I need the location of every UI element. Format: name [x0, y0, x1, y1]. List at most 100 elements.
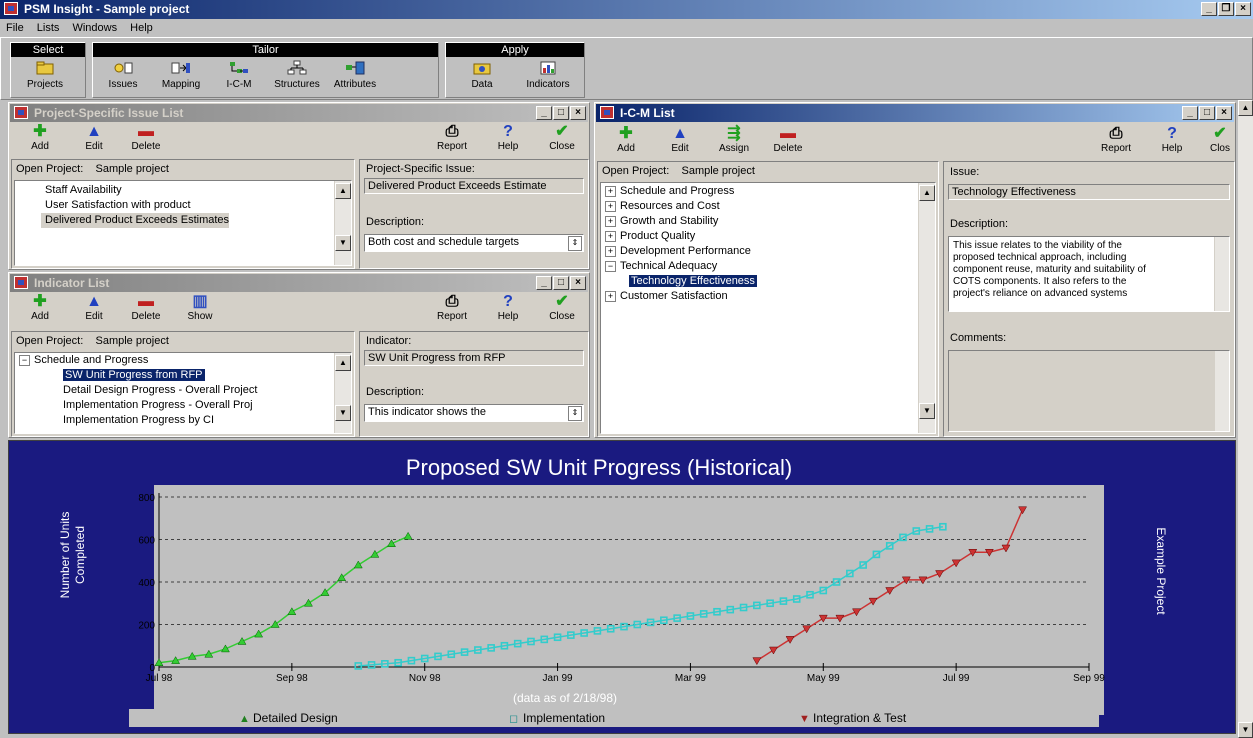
restore-button[interactable]: ❐	[1218, 2, 1234, 16]
assign-button[interactable]: ⇶ Assign	[715, 126, 753, 155]
data-button[interactable]: Data	[456, 60, 508, 90]
mapping-button[interactable]: Mapping	[155, 60, 207, 90]
comments-textarea[interactable]	[948, 350, 1230, 432]
minimize-button[interactable]: _	[536, 106, 552, 120]
icm-tree[interactable]: + Schedule and Progress + Resources and Cos…	[600, 182, 936, 434]
delete-button[interactable]: ▬ Delete	[127, 294, 165, 323]
tree-leaf[interactable]: Implementation Progress - Overall Proj	[15, 398, 351, 413]
icm-button[interactable]: I-C-M	[213, 60, 265, 90]
scroll-up-icon[interactable]: ▲	[335, 355, 351, 371]
issue-listbox[interactable]: Staff Availability User Satisfaction wit…	[14, 180, 352, 266]
expand-icon[interactable]: +	[605, 230, 616, 242]
expand-icon[interactable]: +	[605, 245, 616, 257]
maximize-button[interactable]: □	[553, 276, 569, 290]
tree-node[interactable]: − Technical Adequacy	[601, 259, 935, 274]
structures-button[interactable]: Structures	[271, 60, 323, 90]
menu-file[interactable]: File	[6, 20, 24, 36]
report-button[interactable]: ⎙ Report	[433, 294, 471, 323]
open-project-row: Open Project: Sample project	[598, 162, 938, 180]
tree-node[interactable]: + Customer Satisfaction	[601, 289, 935, 304]
spin-icon[interactable]: ⇕	[568, 406, 582, 421]
add-button[interactable]: ✚ Add	[21, 124, 59, 153]
expand-icon[interactable]: +	[605, 215, 616, 227]
collapse-icon[interactable]: −	[19, 354, 30, 366]
tree-leaf-selected[interactable]: Technology Effectiveness	[601, 274, 935, 289]
spin-icon[interactable]: ⇕	[568, 236, 582, 251]
tree-node[interactable]: + Product Quality	[601, 229, 935, 244]
issue-value-field[interactable]: Delivered Product Exceeds Estimate	[364, 178, 584, 194]
show-button[interactable]: ▥ Show	[181, 294, 219, 323]
tree-node[interactable]: + Growth and Stability	[601, 214, 935, 229]
report-button[interactable]: ⎙ Report	[433, 124, 471, 153]
vertical-scrollbar[interactable]: ▲ ▼	[334, 353, 351, 433]
close-window-button[interactable]: ✔ Close	[543, 294, 581, 323]
list-item[interactable]: User Satisfaction with product	[41, 198, 351, 213]
menu-lists[interactable]: Lists	[37, 20, 60, 36]
tree-leaf[interactable]: Detail Design Progress - Overall Project	[15, 383, 351, 398]
list-item[interactable]: Staff Availability	[41, 183, 351, 198]
tree-node[interactable]: − Schedule and Progress	[15, 353, 351, 368]
issues-button[interactable]: Issues	[97, 60, 149, 90]
issue-value-field[interactable]: Technology Effectiveness	[948, 184, 1230, 200]
projects-button[interactable]: Projects	[19, 60, 71, 90]
close-button[interactable]: ×	[1216, 106, 1232, 120]
tree-node[interactable]: + Schedule and Progress	[601, 184, 935, 199]
maximize-button[interactable]: □	[553, 106, 569, 120]
indicator-tree[interactable]: − Schedule and Progress SW Unit Progress …	[14, 352, 352, 434]
menu-help[interactable]: Help	[130, 20, 153, 36]
close-window-button[interactable]: ✔ Clos	[1205, 127, 1235, 154]
vertical-scrollbar[interactable]	[1214, 237, 1229, 311]
close-button[interactable]: ×	[570, 276, 586, 290]
help-button[interactable]: ? Help	[1153, 126, 1191, 155]
vertical-scrollbar[interactable]: ▲ ▼	[918, 183, 935, 433]
tree-node[interactable]: + Development Performance	[601, 244, 935, 259]
description-field[interactable]: This indicator shows the ⇕	[364, 404, 584, 422]
tree-node[interactable]: + Resources and Cost	[601, 199, 935, 214]
help-button[interactable]: ? Help	[489, 124, 527, 153]
attributes-button[interactable]: Attributes	[329, 60, 381, 90]
minimize-button[interactable]: _	[536, 276, 552, 290]
scroll-down-icon[interactable]: ▼	[335, 235, 351, 251]
indicator-value-field[interactable]: SW Unit Progress from RFP	[364, 350, 584, 366]
main-vertical-scrollbar[interactable]: ▲ ▼	[1238, 100, 1253, 738]
expand-icon[interactable]: +	[605, 290, 616, 302]
list-item-selected[interactable]: Delivered Product Exceeds Estimates	[41, 213, 230, 228]
collapse-icon[interactable]: −	[605, 260, 616, 272]
minimize-button[interactable]: _	[1201, 2, 1217, 16]
scroll-down-icon[interactable]: ▼	[1238, 722, 1253, 738]
tree-leaf[interactable]: Implementation Progress by CI	[15, 413, 351, 428]
tree-leaf[interactable]: SW Unit Progress from RFP	[15, 368, 351, 383]
issues-label: Issues	[108, 79, 138, 90]
close-button[interactable]: ×	[1235, 2, 1251, 16]
help-icon: ?	[503, 293, 513, 310]
expand-icon[interactable]: +	[605, 185, 616, 197]
menu-windows[interactable]: Windows	[72, 20, 117, 36]
expand-icon[interactable]: +	[605, 200, 616, 212]
close-button[interactable]: ×	[570, 106, 586, 120]
help-button[interactable]: ? Help	[489, 293, 527, 323]
scroll-up-icon[interactable]: ▲	[335, 183, 351, 199]
add-button[interactable]: ✚ Add	[21, 294, 59, 323]
description-textarea[interactable]: This issue relates to the viability of t…	[948, 236, 1230, 312]
scroll-up-icon[interactable]: ▲	[1238, 100, 1253, 116]
scroll-down-icon[interactable]: ▼	[919, 403, 935, 419]
scroll-down-icon[interactable]: ▼	[335, 405, 351, 421]
edit-button[interactable]: ▲ Edit	[661, 126, 699, 155]
delete-button[interactable]: ▬ Delete	[769, 126, 807, 155]
add-button[interactable]: ✚ Add	[607, 126, 645, 155]
close-window-button[interactable]: ✔ Close	[543, 124, 581, 153]
minimize-button[interactable]: _	[1182, 106, 1198, 120]
maximize-button[interactable]: □	[1199, 106, 1215, 120]
vertical-scrollbar[interactable]	[1214, 351, 1229, 431]
edit-button[interactable]: ▲ Edit	[75, 124, 113, 153]
report-button[interactable]: ⎙ Report	[1097, 126, 1135, 155]
scroll-up-icon[interactable]: ▲	[919, 185, 935, 201]
edit-button[interactable]: ▲ Edit	[75, 294, 113, 323]
indicators-button[interactable]: Indicators	[522, 60, 574, 90]
delete-button[interactable]: ▬ Delete	[127, 124, 165, 153]
description-field[interactable]: Both cost and schedule targets ⇕	[364, 234, 584, 252]
icm-list-title: I-C-M List	[620, 106, 675, 120]
help-label: Help	[497, 141, 519, 152]
description-value: This indicator shows the	[368, 406, 486, 418]
vertical-scrollbar[interactable]: ▲ ▼	[334, 181, 351, 265]
